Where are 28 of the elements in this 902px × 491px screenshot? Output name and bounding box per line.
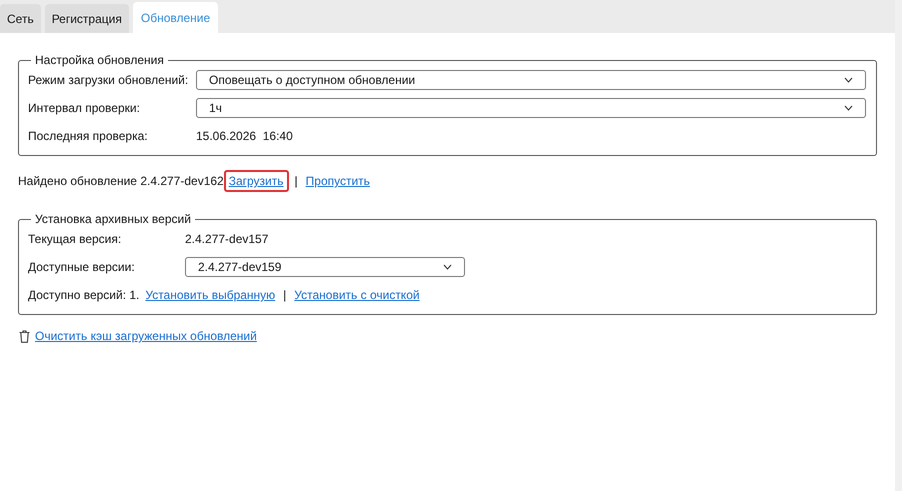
field-label: Режим загрузки обновлений:	[28, 73, 190, 87]
clear-cache-link[interactable]: Очистить кэш загруженных обновлений	[35, 329, 257, 343]
chevron-down-icon	[443, 264, 452, 270]
tab[interactable]: Обновление	[132, 2, 218, 33]
field-label: Доступные версии:	[28, 260, 136, 274]
trash-icon	[19, 330, 30, 342]
tab[interactable]: Регистрация	[44, 4, 129, 33]
chevron-down-icon	[844, 105, 853, 111]
versions-count: Доступно версий: 1.	[28, 288, 140, 302]
field-label: Интервал проверки:	[28, 101, 141, 115]
dropdown[interactable]: 2.4.277-dev159	[185, 257, 465, 277]
link[interactable]: Загрузить	[224, 170, 289, 192]
link[interactable]: Пропустить	[300, 170, 375, 192]
update-found-text: Найдено обновление 2.4.277-dev162	[18, 174, 224, 188]
field-label: Текущая версия:	[28, 232, 122, 246]
group-title: Настройка обновления	[34, 53, 165, 67]
link[interactable]: Установить выбранную	[140, 284, 280, 306]
group-title: Установка архивных версий	[34, 212, 192, 226]
dropdown[interactable]: Оповещать о доступном обновлении	[196, 70, 866, 90]
chevron-down-icon	[844, 77, 853, 83]
separator: |	[294, 174, 298, 188]
field-label: Последняя проверка:	[28, 129, 149, 143]
field-value: 2.4.277-dev157	[185, 232, 268, 246]
field-value: 15.06.2026 16:40	[196, 129, 293, 143]
tab[interactable]: Сеть	[0, 4, 41, 33]
dropdown[interactable]: 1ч	[196, 98, 866, 118]
separator: |	[283, 288, 286, 302]
link[interactable]: Установить с очисткой	[289, 284, 425, 306]
